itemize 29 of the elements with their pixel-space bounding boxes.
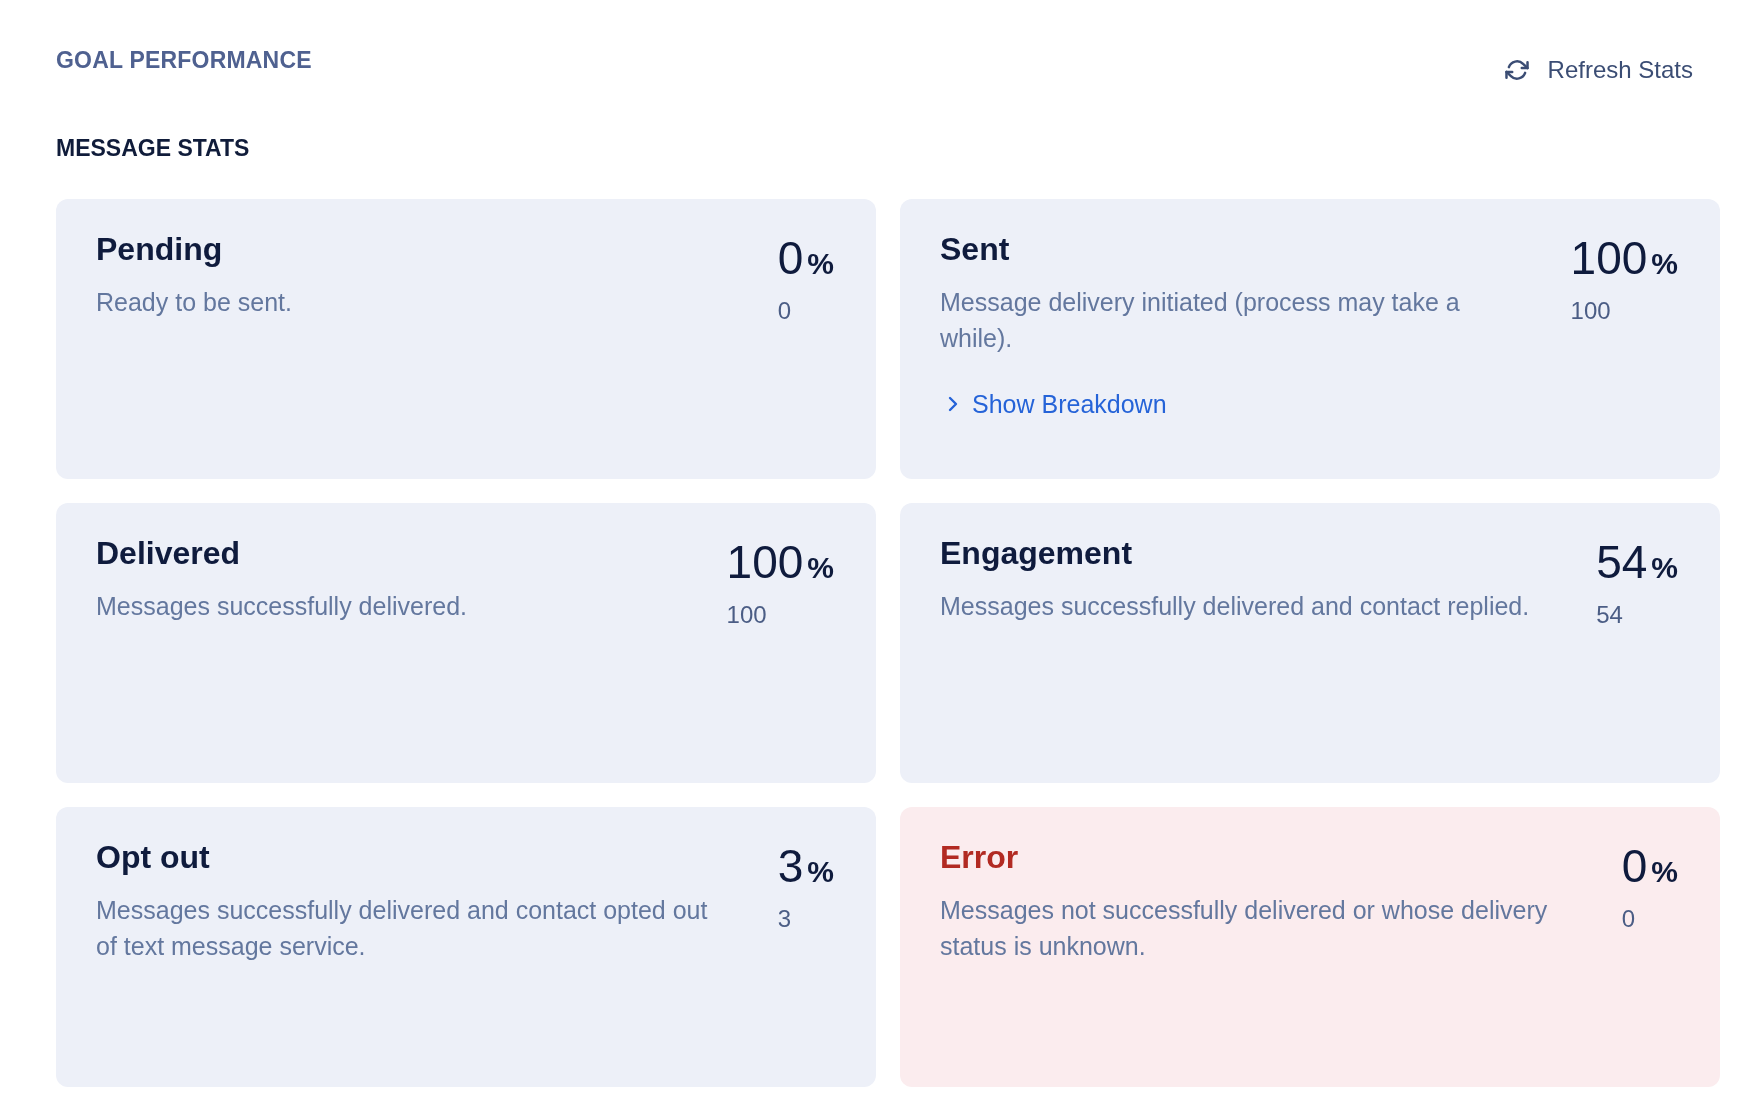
stat-percentage: 0% bbox=[777, 232, 834, 286]
card-description: Message delivery initiated (process may take a while). bbox=[940, 287, 1461, 354]
card-description: Messages not successfully delivered or whose delivery status is unknown. bbox=[940, 895, 1549, 962]
stat-count: 0 bbox=[1621, 904, 1637, 934]
card-description: Messages successfully delivered and contact opted out of text message service. bbox=[96, 895, 709, 962]
card-description: Messages successfully delivered and contact replied. bbox=[940, 591, 1531, 622]
stat-percentage: 3% bbox=[777, 840, 834, 894]
refresh-icon bbox=[1503, 57, 1530, 83]
stat-percentage: 54% bbox=[1596, 536, 1678, 590]
card-description: Messages successfully delivered. bbox=[96, 591, 468, 622]
card-title: Error bbox=[940, 838, 1020, 876]
card-description: Ready to be sent. bbox=[96, 287, 293, 318]
card-title: Sent bbox=[940, 230, 1011, 268]
page-title: GOAL PERFORMANCE bbox=[56, 46, 312, 75]
section-title: MESSAGE STATS bbox=[56, 134, 251, 163]
stat-percentage: 100% bbox=[1570, 232, 1678, 286]
stat-count: 3 bbox=[777, 904, 793, 934]
stat-count: 100 bbox=[726, 600, 768, 630]
stat-percentage: 100% bbox=[726, 536, 834, 590]
stat-count: 54 bbox=[1596, 600, 1624, 630]
show-breakdown-button[interactable]: Show Breakdown bbox=[948, 386, 1167, 422]
stat-count: 100 bbox=[1570, 296, 1612, 326]
stat-percentage: 0% bbox=[1621, 840, 1678, 894]
card-title: Delivered bbox=[96, 534, 242, 572]
card-title: Opt out bbox=[96, 838, 211, 876]
card-title: Pending bbox=[96, 230, 224, 268]
stat-count: 0 bbox=[777, 296, 793, 326]
card-title: Engagement bbox=[940, 534, 1134, 572]
refresh-button[interactable]: Refresh Stats bbox=[1503, 54, 1693, 86]
